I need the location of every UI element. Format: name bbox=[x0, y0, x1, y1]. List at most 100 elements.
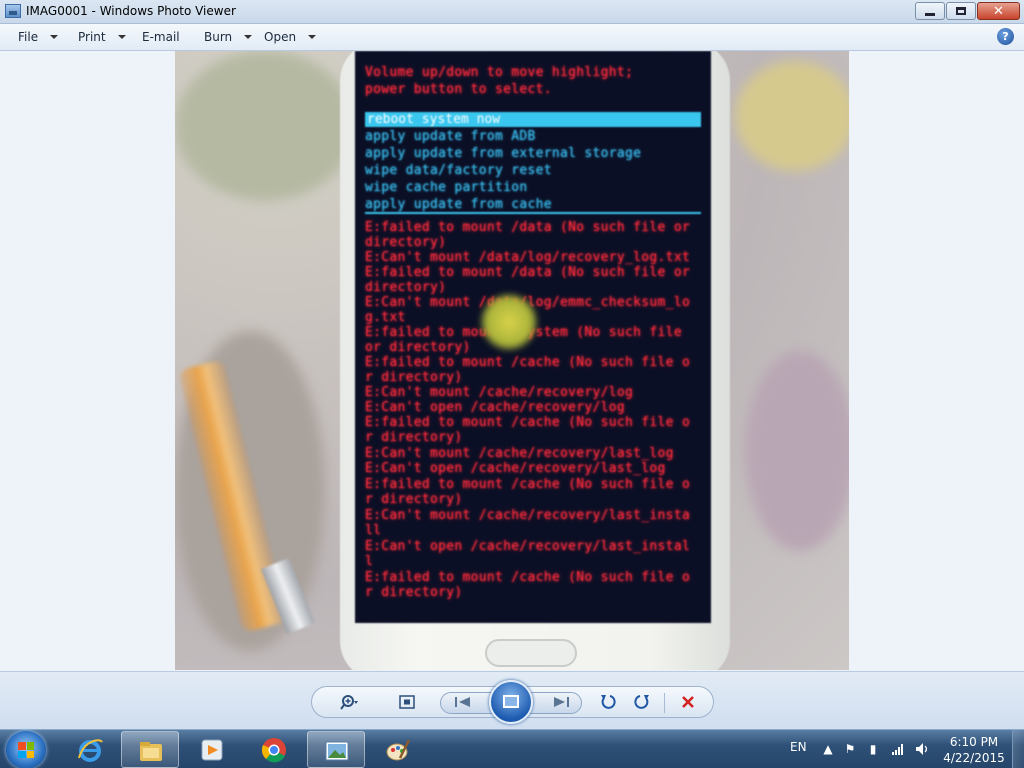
zoom-button[interactable] bbox=[340, 693, 360, 711]
photo-viewer-icon bbox=[325, 741, 349, 761]
slideshow-icon bbox=[503, 695, 519, 708]
log-line: r directory) bbox=[365, 370, 463, 385]
slideshow-button[interactable] bbox=[489, 680, 533, 724]
menu-file[interactable]: File bbox=[18, 29, 59, 45]
log-line: ll bbox=[365, 523, 382, 538]
menu-burn-label: Burn bbox=[204, 30, 233, 44]
show-hidden-icons-icon[interactable]: ▲ bbox=[821, 742, 835, 756]
next-icon bbox=[554, 697, 569, 707]
speaker-icon bbox=[916, 743, 928, 755]
rotate-counterclockwise-button[interactable] bbox=[598, 693, 618, 711]
menu-open-label: Open bbox=[264, 30, 297, 44]
recovery-option: apply update from cache bbox=[365, 197, 552, 212]
taskbar-photo-viewer[interactable] bbox=[307, 731, 365, 768]
recovery-option: apply update from ADB bbox=[365, 129, 536, 144]
delete-button[interactable] bbox=[678, 693, 698, 711]
photo-image: Volume up/down to move highlight; power … bbox=[175, 51, 849, 670]
language-indicator[interactable]: EN bbox=[790, 740, 807, 754]
previous-icon bbox=[455, 697, 470, 707]
log-line: E:failed to mount /cache (No such file o bbox=[365, 570, 691, 585]
taskbar-internet-explorer[interactable] bbox=[61, 731, 119, 768]
log-line: E:Can't mount /cache/recovery/log bbox=[365, 385, 634, 400]
restore-button[interactable] bbox=[946, 2, 976, 20]
power-icon[interactable]: ▮ bbox=[866, 742, 880, 756]
rotate-clockwise-button[interactable] bbox=[632, 693, 652, 711]
action-center-icon[interactable]: ⚑ bbox=[843, 742, 857, 756]
volume-icon[interactable] bbox=[915, 742, 929, 756]
restore-icon bbox=[956, 7, 966, 15]
recovery-option-label: reboot system now bbox=[367, 112, 501, 127]
menu-file-label: File bbox=[18, 30, 39, 44]
menu-bar: File Print E-mail Burn Open ? bbox=[0, 24, 1024, 51]
background-blur bbox=[735, 61, 849, 171]
chevron-down-icon bbox=[308, 35, 317, 39]
next-button[interactable] bbox=[551, 693, 571, 711]
chevron-down-icon bbox=[50, 35, 59, 39]
log-line: E:Can't mount /cache/recovery/last_log bbox=[365, 446, 674, 461]
close-button[interactable]: ✕ bbox=[977, 2, 1020, 20]
taskbar: EN ▲ ⚑ ▮ 6:10 PM 4/22/2015 bbox=[0, 729, 1024, 768]
taskbar-media-player[interactable] bbox=[183, 731, 241, 768]
log-line: E:failed to mount /data (No such file or bbox=[365, 220, 691, 235]
start-button[interactable] bbox=[6, 731, 46, 768]
control-divider bbox=[664, 693, 665, 713]
signal-bars-icon bbox=[892, 744, 903, 755]
log-line: directory) bbox=[365, 235, 447, 250]
clock-date: 4/22/2015 bbox=[943, 751, 1005, 765]
window-controls: ✕ bbox=[914, 2, 1020, 20]
recovery-selected-option: reboot system now bbox=[365, 112, 701, 127]
log-line: directory) bbox=[365, 280, 447, 295]
log-line: E:Can't mount /cache/recovery/last_insta bbox=[365, 508, 691, 523]
log-line: g.txt bbox=[365, 310, 406, 325]
previous-button[interactable] bbox=[453, 693, 473, 711]
paint-icon bbox=[386, 739, 411, 761]
rotate-counterclockwise-icon bbox=[601, 695, 616, 709]
log-line: r directory) bbox=[365, 430, 463, 445]
rotate-clockwise-icon bbox=[634, 695, 649, 709]
background-blur bbox=[745, 351, 849, 551]
phone-home-button bbox=[485, 639, 577, 667]
recovery-option: wipe data/factory reset bbox=[365, 163, 552, 178]
log-line: E:failed to mount /data (No such file or bbox=[365, 265, 691, 280]
recovery-option: apply update from external storage bbox=[365, 146, 642, 161]
recovery-instruction: power button to select. bbox=[365, 82, 552, 97]
taskbar-chrome[interactable] bbox=[245, 731, 303, 768]
photo-viewer-icon bbox=[5, 4, 21, 18]
system-clock[interactable]: 6:10 PM 4/22/2015 bbox=[943, 734, 1005, 766]
log-line: r directory) bbox=[365, 585, 463, 600]
show-desktop-button[interactable] bbox=[1012, 730, 1024, 768]
fit-to-window-icon bbox=[399, 695, 415, 709]
log-line: or directory) bbox=[365, 340, 471, 355]
android-robot-icon bbox=[480, 293, 538, 351]
menu-email-label: E-mail bbox=[142, 30, 180, 44]
menu-print[interactable]: Print bbox=[78, 29, 126, 45]
menu-open[interactable]: Open bbox=[264, 29, 317, 45]
taskbar-paint[interactable] bbox=[369, 731, 427, 768]
media-player-icon bbox=[201, 739, 223, 761]
minimize-button[interactable] bbox=[915, 2, 945, 20]
title-bar: IMAG0001 - Windows Photo Viewer ✕ bbox=[0, 0, 1024, 24]
actual-size-button[interactable] bbox=[397, 693, 417, 711]
taskbar-windows-explorer[interactable] bbox=[121, 731, 179, 768]
windows-logo-icon bbox=[18, 742, 34, 758]
log-line: E:failed to mount /cache (No such file o bbox=[365, 415, 691, 430]
network-signal-icon[interactable] bbox=[891, 742, 905, 756]
menu-burn[interactable]: Burn bbox=[204, 29, 253, 45]
menu-print-label: Print bbox=[78, 30, 106, 44]
image-viewing-area: Volume up/down to move highlight; power … bbox=[0, 51, 1024, 671]
phone-screen: Volume up/down to move highlight; power … bbox=[355, 51, 711, 623]
menu-email[interactable]: E-mail bbox=[142, 29, 180, 45]
chevron-down-icon bbox=[117, 35, 126, 39]
help-icon[interactable]: ? bbox=[997, 28, 1014, 45]
log-line: E:Can't open /cache/recovery/last_instal bbox=[365, 539, 691, 554]
chrome-icon bbox=[261, 738, 286, 763]
log-line: E:Can't open /cache/recovery/last_log bbox=[365, 461, 666, 476]
close-icon: ✕ bbox=[993, 3, 1004, 19]
log-line: E:failed to mount /cache (No such file o bbox=[365, 355, 691, 370]
window-title: IMAG0001 - Windows Photo Viewer bbox=[26, 4, 236, 18]
zoom-icon bbox=[340, 695, 358, 710]
log-line: l bbox=[365, 554, 374, 569]
log-line: E:Can't mount /data/log/recovery_log.txt bbox=[365, 250, 691, 265]
recovery-option: wipe cache partition bbox=[365, 180, 528, 195]
internet-explorer-icon bbox=[78, 739, 103, 762]
